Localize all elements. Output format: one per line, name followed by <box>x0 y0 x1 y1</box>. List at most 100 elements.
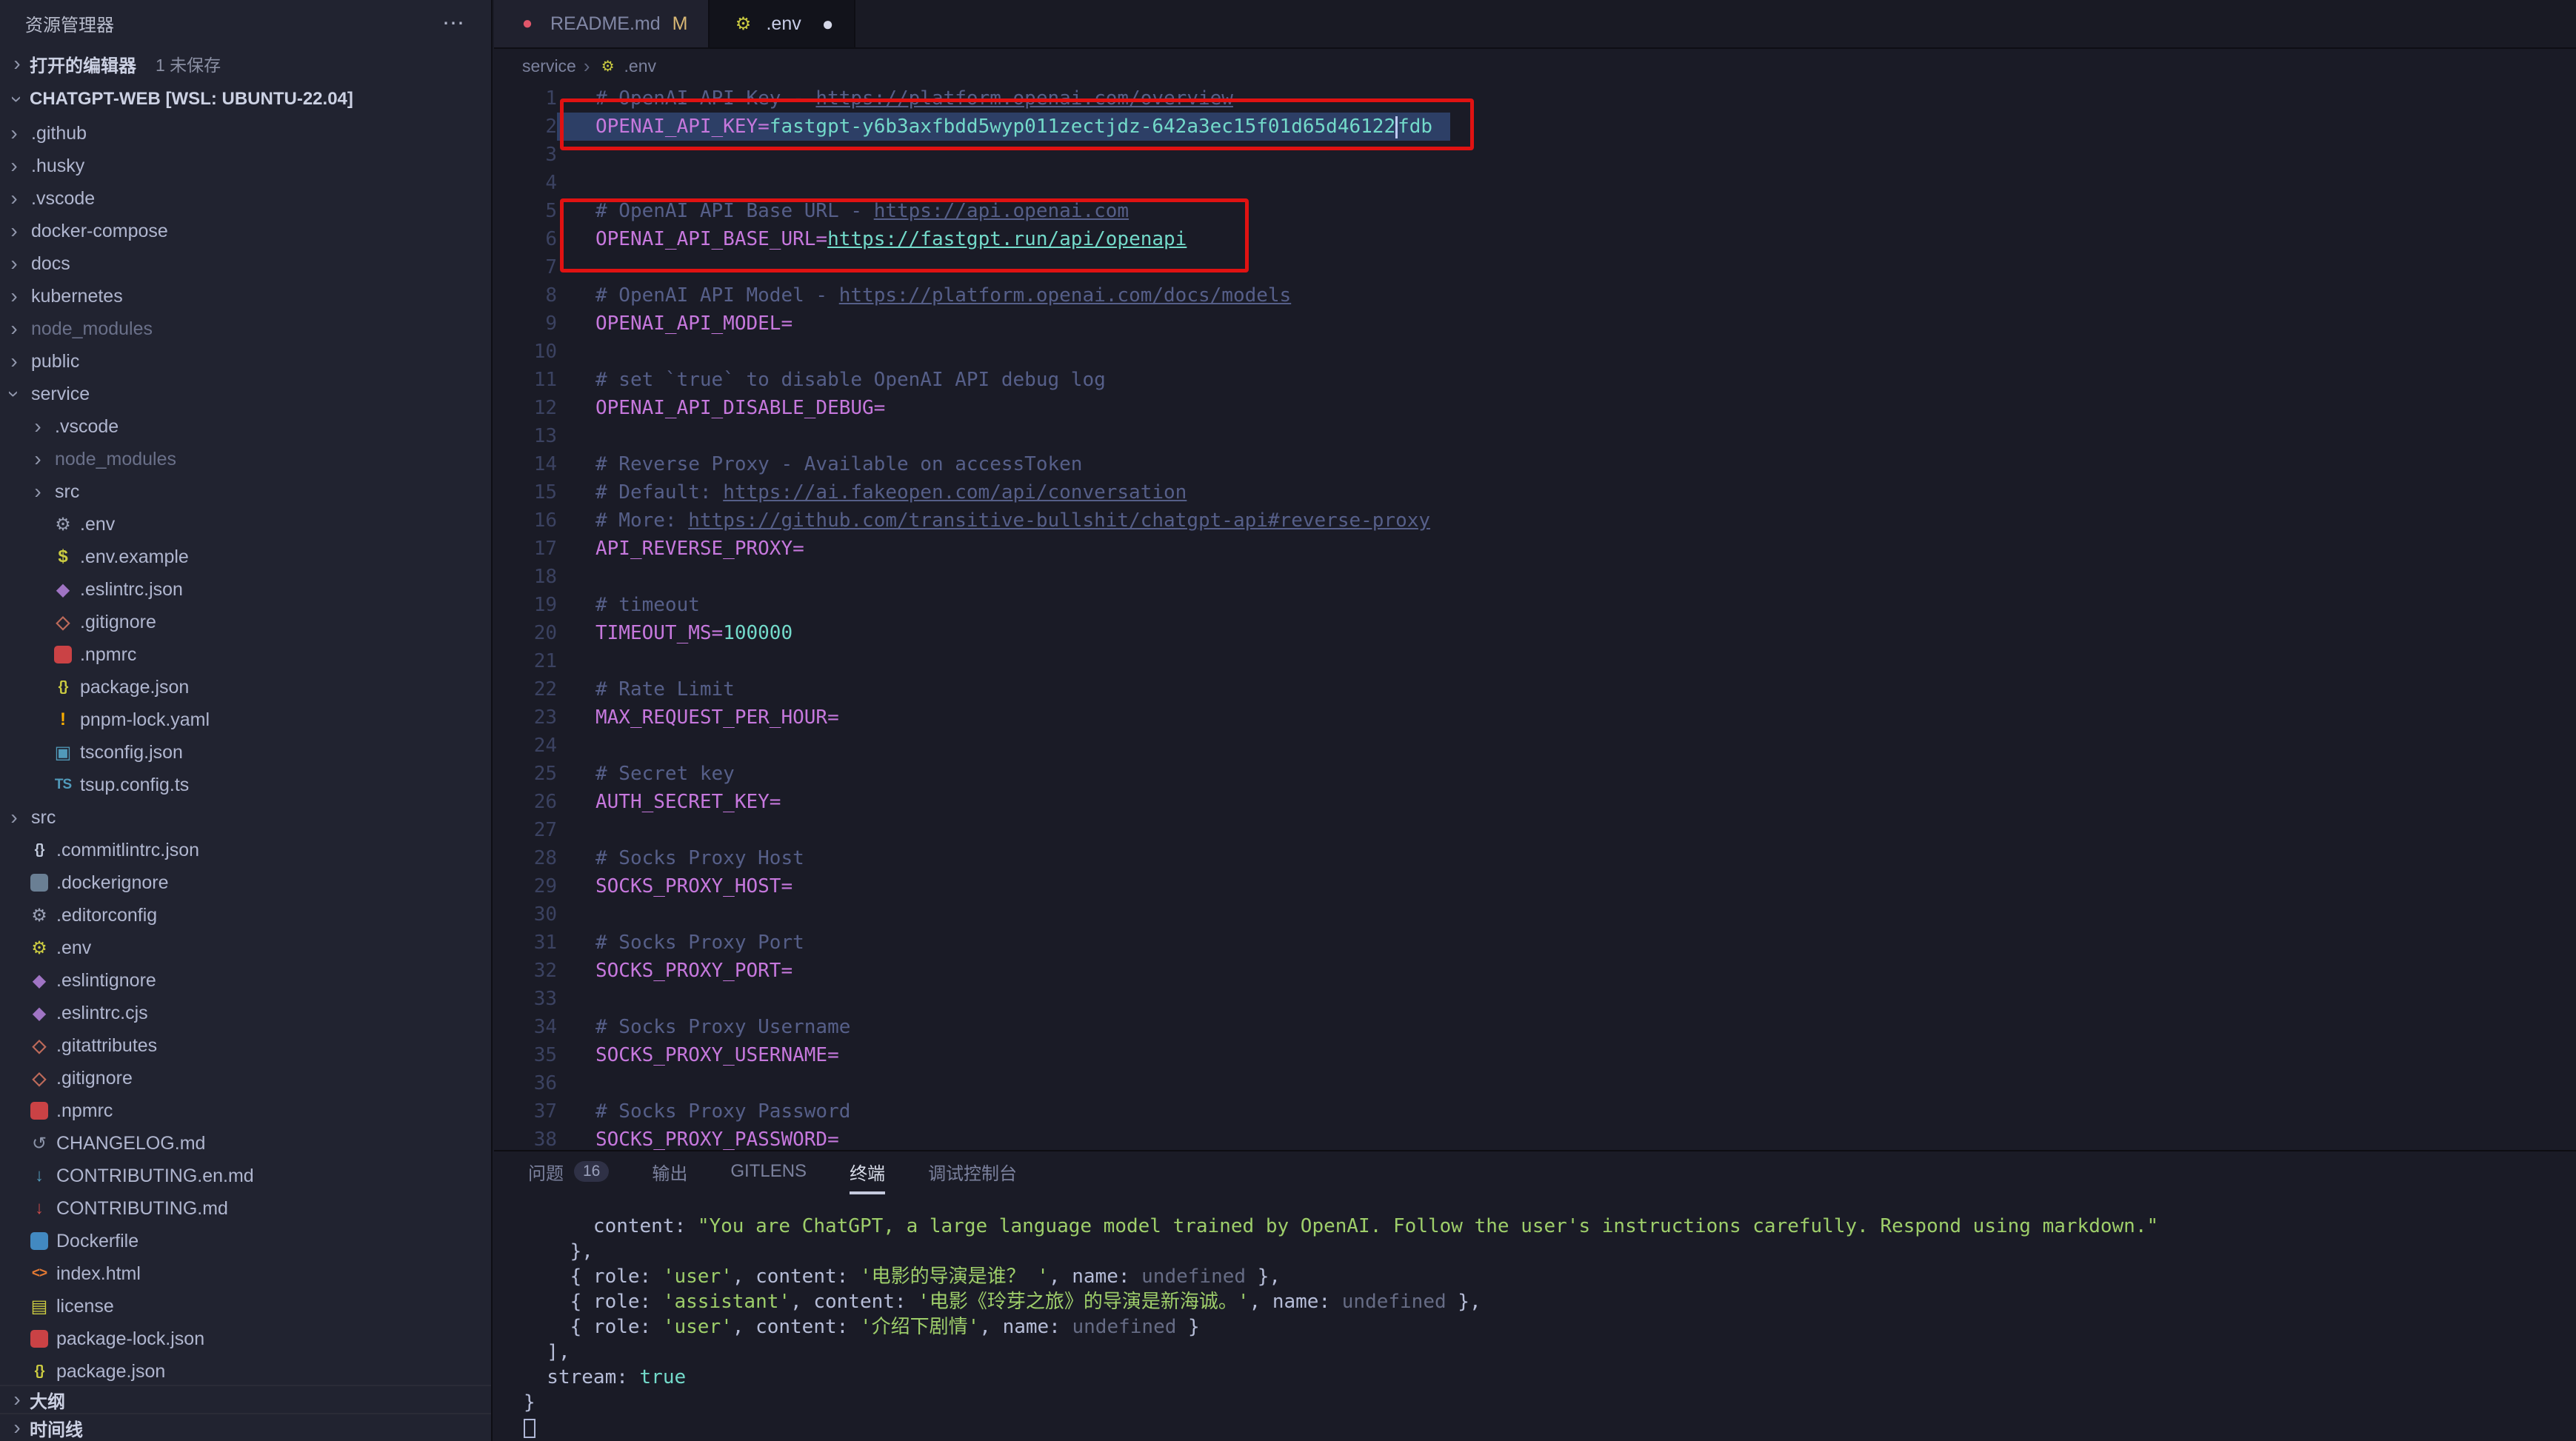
folder-service[interactable]: ›service <box>0 378 491 410</box>
file-.editorconfig[interactable]: ⚙.editorconfig <box>0 899 491 932</box>
file-license[interactable]: ▤license <box>0 1290 491 1323</box>
file-.eslintrc.json[interactable]: ◆.eslintrc.json <box>0 573 491 606</box>
code-line-22[interactable]: 22# Rate Limit <box>494 675 2576 703</box>
panel-tab-输出[interactable]: 输出 <box>652 1151 687 1194</box>
code-line-24[interactable]: 24 <box>494 732 2576 760</box>
file-.npmrc[interactable]: .npmrc <box>0 638 491 671</box>
code-line-32[interactable]: 32SOCKS_PROXY_PORT= <box>494 957 2576 985</box>
panel-tab-bar: 问题16 输出 GITLENS 终端调试控制台 <box>494 1151 2576 1194</box>
file-CONTRIBUTING.md[interactable]: ↓CONTRIBUTING.md <box>0 1192 491 1225</box>
code-line-33[interactable]: 33 <box>494 985 2576 1013</box>
file-.gitattributes[interactable]: ◇.gitattributes <box>0 1029 491 1062</box>
code-line-21[interactable]: 21 <box>494 647 2576 675</box>
code-line-11[interactable]: 11# set `true` to disable OpenAI API deb… <box>494 366 2576 394</box>
folder-.vscode[interactable]: ›.vscode <box>0 182 491 215</box>
folder-public[interactable]: ›public <box>0 345 491 378</box>
terminal-output[interactable]: content: "You are ChatGPT, a large langu… <box>494 1194 2576 1440</box>
file-.env[interactable]: ⚙.env <box>0 508 491 541</box>
file-package.json[interactable]: {}package.json <box>0 1355 491 1385</box>
folder-node_modules[interactable]: ›node_modules <box>0 312 491 345</box>
code-line-36[interactable]: 36 <box>494 1069 2576 1097</box>
file-index.html[interactable]: <>index.html <box>0 1257 491 1290</box>
eslint-icon: ◆ <box>27 968 52 993</box>
file-Dockerfile[interactable]: Dockerfile <box>0 1225 491 1257</box>
code-line-16[interactable]: 16# More: https://github.com/transitive-… <box>494 506 2576 535</box>
open-editors-section[interactable]: › 打开的编辑器 1 未保存 <box>0 46 491 81</box>
code-line-25[interactable]: 25# Secret key <box>494 760 2576 788</box>
folder-.github[interactable]: ›.github <box>0 117 491 150</box>
code-line-29[interactable]: 29SOCKS_PROXY_HOST= <box>494 872 2576 900</box>
file-.eslintrc.cjs[interactable]: ◆.eslintrc.cjs <box>0 997 491 1029</box>
code-line-27[interactable]: 27 <box>494 816 2576 844</box>
panel-tab-终端[interactable]: 终端 <box>850 1151 885 1194</box>
code-line-9[interactable]: 9OPENAI_API_MODEL= <box>494 310 2576 338</box>
code-text: AUTH_SECRET_KEY= <box>557 788 781 816</box>
folder-.husky[interactable]: ›.husky <box>0 150 491 182</box>
breadcrumb-item-.env[interactable]: ⚙.env <box>598 56 656 76</box>
code-line-26[interactable]: 26AUTH_SECRET_KEY= <box>494 788 2576 816</box>
code-line-14[interactable]: 14# Reverse Proxy - Available on accessT… <box>494 450 2576 478</box>
code-line-13[interactable]: 13 <box>494 422 2576 450</box>
terminal-token: '介绍下剧情' <box>860 1316 979 1338</box>
code-line-8[interactable]: 8# OpenAI API Model - https://platform.o… <box>494 281 2576 310</box>
code-line-4[interactable]: 4 <box>494 169 2576 197</box>
sidebar-section-时间线[interactable]: ›时间线 <box>0 1413 491 1441</box>
code-line-38[interactable]: 38SOCKS_PROXY_PASSWORD= <box>494 1126 2576 1150</box>
code-line-37[interactable]: 37# Socks Proxy Password <box>494 1097 2576 1126</box>
file-.commitlintrc.json[interactable]: {}.commitlintrc.json <box>0 834 491 866</box>
code-text <box>557 900 595 929</box>
file-label: service <box>31 384 90 405</box>
more-actions-icon[interactable]: ⋯ <box>442 10 466 36</box>
folder-src[interactable]: ›src <box>0 801 491 834</box>
file-CONTRIBUTING.en.md[interactable]: ↓CONTRIBUTING.en.md <box>0 1160 491 1192</box>
sidebar-section-大纲[interactable]: ›大纲 <box>0 1385 491 1413</box>
code-line-15[interactable]: 15# Default: https://ai.fakeopen.com/api… <box>494 478 2576 506</box>
code-line-10[interactable]: 10 <box>494 338 2576 366</box>
file-tsconfig.json[interactable]: ▣tsconfig.json <box>0 736 491 769</box>
file-tsup.config.ts[interactable]: TStsup.config.ts <box>0 769 491 801</box>
gear-yellow-icon: ⚙ <box>598 56 618 76</box>
file-.env.example[interactable]: $.env.example <box>0 541 491 573</box>
panel-tab-问题[interactable]: 问题16 <box>528 1151 609 1194</box>
file-pnpm-lock.yaml[interactable]: !pnpm-lock.yaml <box>0 703 491 736</box>
terminal-token: { role: <box>524 1316 663 1338</box>
file-package-lock.json[interactable]: package-lock.json <box>0 1323 491 1355</box>
html-icon: <> <box>27 1261 52 1286</box>
file-.dockerignore[interactable]: .dockerignore <box>0 866 491 899</box>
tab-README.md[interactable]: ●README.mdM <box>494 0 710 47</box>
folder-.vscode[interactable]: ›.vscode <box>0 410 491 443</box>
folder-node_modules[interactable]: ›node_modules <box>0 443 491 475</box>
folder-kubernetes[interactable]: ›kubernetes <box>0 280 491 312</box>
file-package.json[interactable]: {}package.json <box>0 671 491 703</box>
code-line-34[interactable]: 34# Socks Proxy Username <box>494 1013 2576 1041</box>
code-line-12[interactable]: 12OPENAI_API_DISABLE_DEBUG= <box>494 394 2576 422</box>
file-CHANGELOG.md[interactable]: ↺CHANGELOG.md <box>0 1127 491 1160</box>
folder-docker-compose[interactable]: ›docker-compose <box>0 215 491 247</box>
panel-tab-GITLENS[interactable]: GITLENS <box>730 1151 807 1194</box>
tab-label: README.md <box>550 13 661 35</box>
file-.gitignore[interactable]: ◇.gitignore <box>0 1062 491 1094</box>
file-.env[interactable]: ⚙.env <box>0 932 491 964</box>
code-line-19[interactable]: 19# timeout <box>494 591 2576 619</box>
code-line-35[interactable]: 35SOCKS_PROXY_USERNAME= <box>494 1041 2576 1069</box>
code-line-31[interactable]: 31# Socks Proxy Port <box>494 929 2576 957</box>
tab-.env[interactable]: ⚙.env● <box>710 0 855 47</box>
project-root-section[interactable]: › CHATGPT-WEB [WSL: UBUNTU-22.04] <box>0 81 491 117</box>
folder-src[interactable]: ›src <box>0 475 491 508</box>
file-label: .npmrc <box>80 644 136 666</box>
code-token: # Socks Proxy Password <box>595 1100 850 1123</box>
code-line-18[interactable]: 18 <box>494 563 2576 591</box>
file-.eslintignore[interactable]: ◆.eslintignore <box>0 964 491 997</box>
file-.npmrc[interactable]: .npmrc <box>0 1094 491 1127</box>
code-line-20[interactable]: 20TIMEOUT_MS=100000 <box>494 619 2576 647</box>
folder-docs[interactable]: ›docs <box>0 247 491 280</box>
file-.gitignore[interactable]: ◇.gitignore <box>0 606 491 638</box>
breadcrumb: service›⚙.env <box>494 49 2576 83</box>
code-line-30[interactable]: 30 <box>494 900 2576 929</box>
code-line-17[interactable]: 17API_REVERSE_PROXY= <box>494 535 2576 563</box>
code-line-28[interactable]: 28# Socks Proxy Host <box>494 844 2576 872</box>
panel-tab-调试控制台[interactable]: 调试控制台 <box>928 1151 1017 1194</box>
code-line-23[interactable]: 23MAX_REQUEST_PER_HOUR= <box>494 703 2576 732</box>
breadcrumb-item-service[interactable]: service <box>522 56 576 76</box>
line-number: 24 <box>494 732 557 760</box>
